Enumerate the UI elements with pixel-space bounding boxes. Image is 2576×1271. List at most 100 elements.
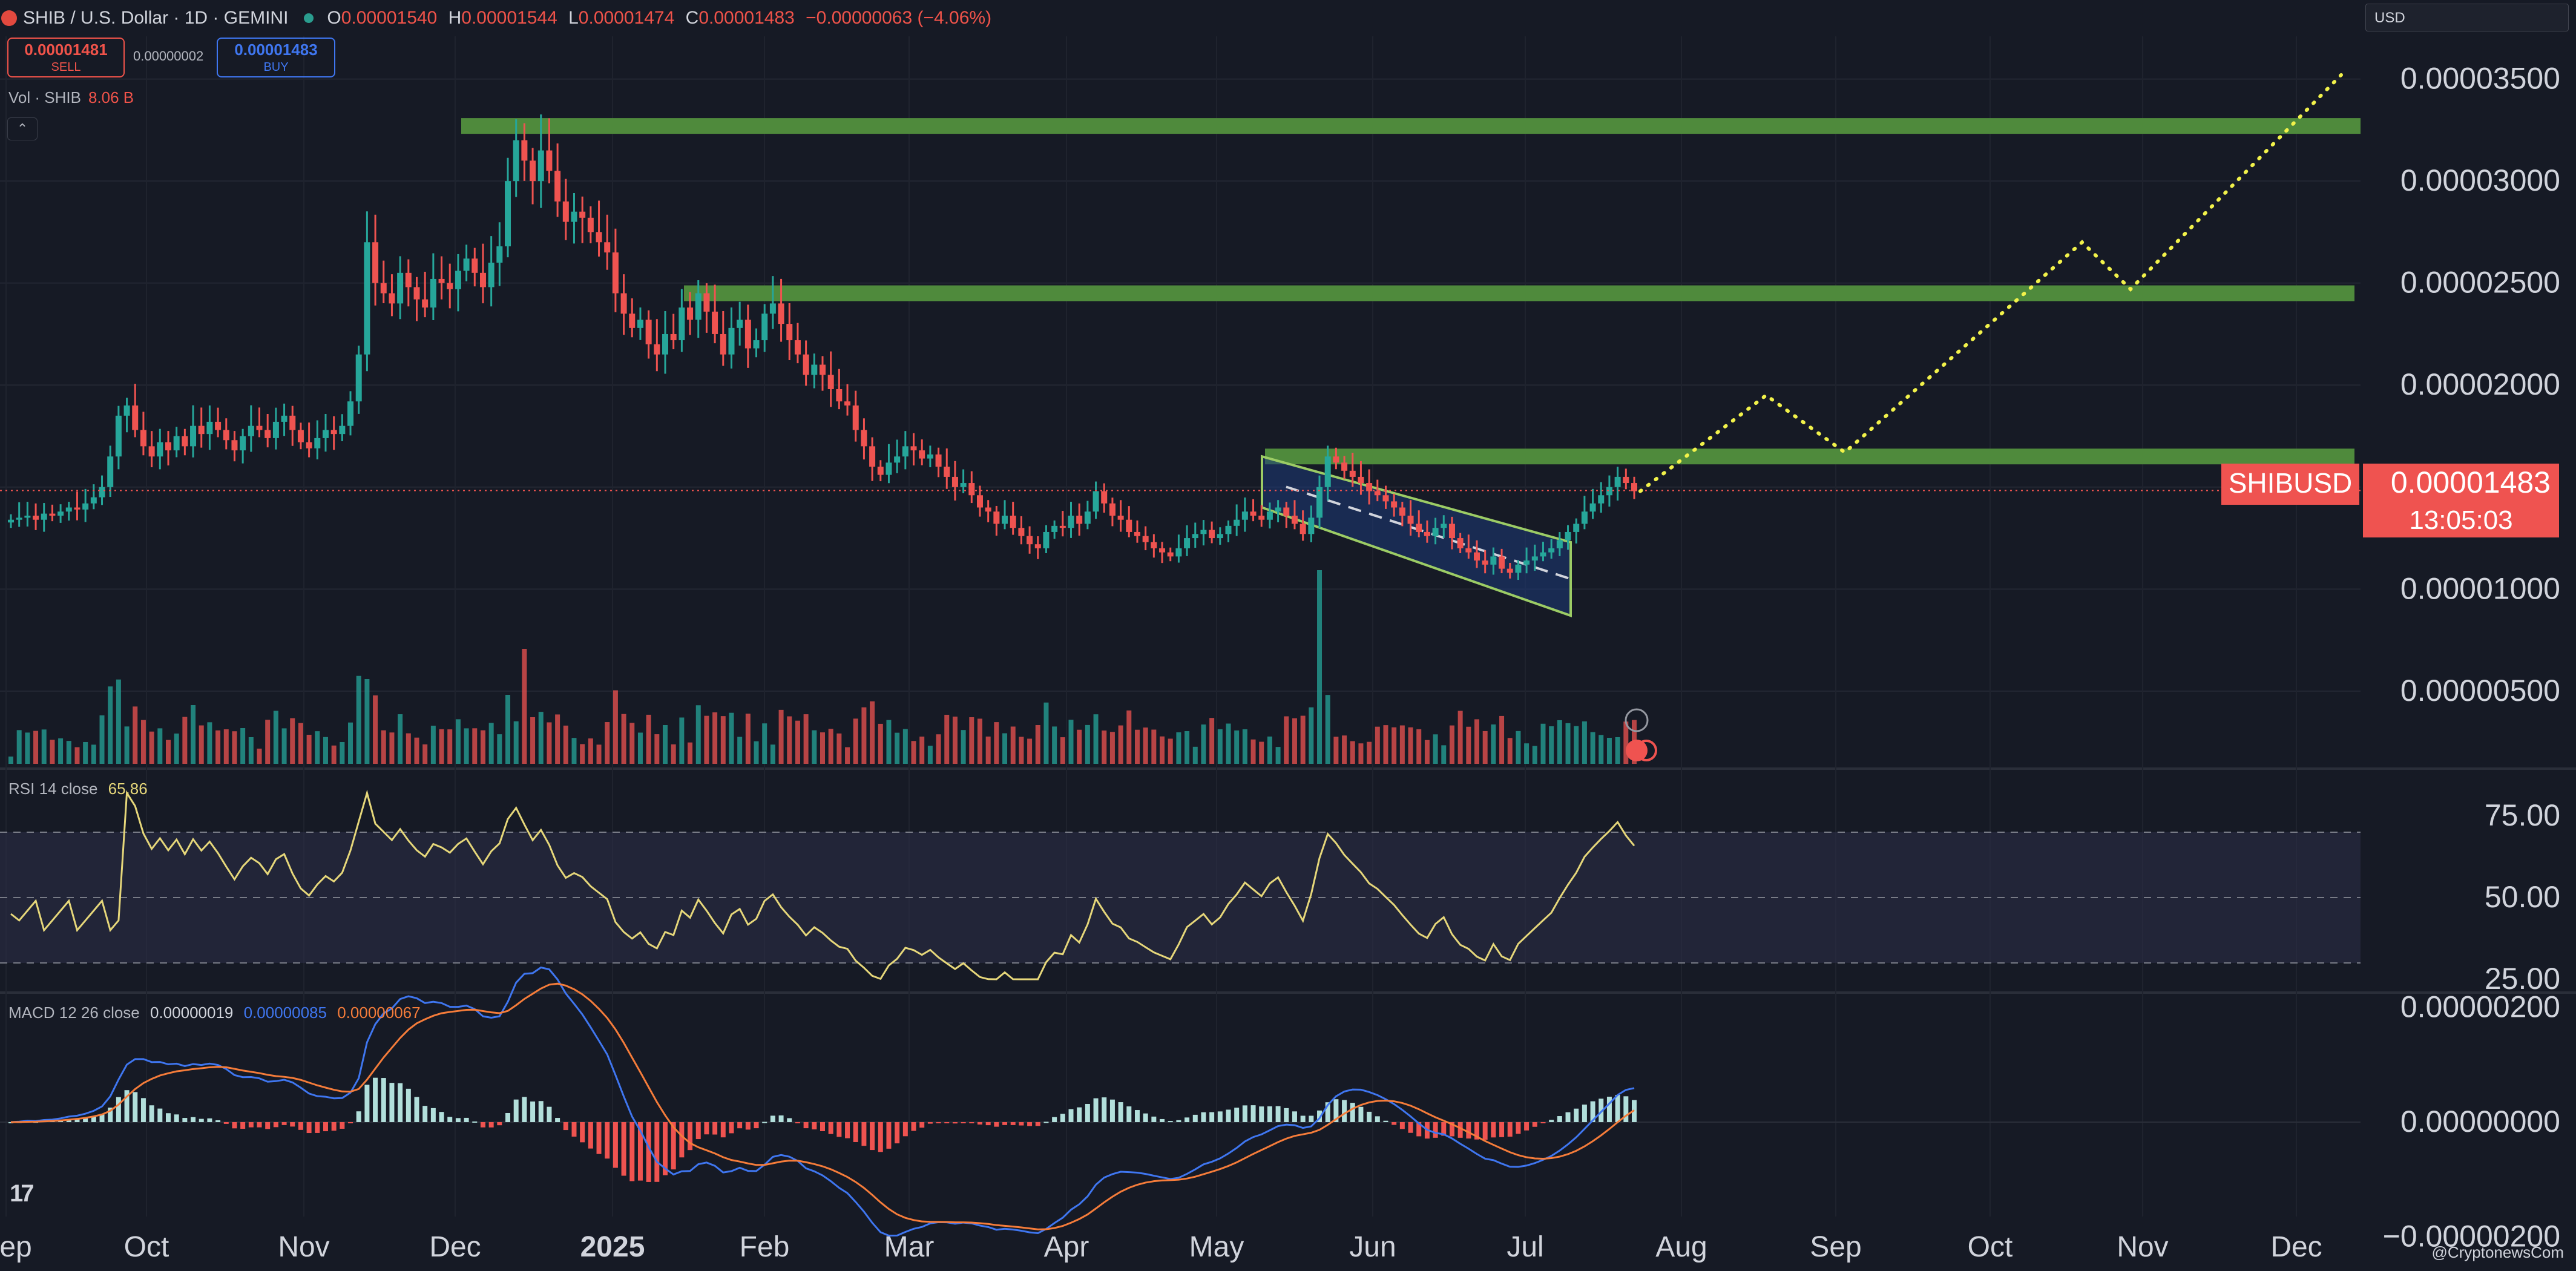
macd-hist-bar (1392, 1122, 1397, 1125)
volume-bar (290, 718, 295, 764)
buy-button[interactable]: 0.00001483 BUY (217, 38, 335, 77)
macd-hist-bar (853, 1122, 858, 1142)
volume-bar (720, 716, 726, 764)
chart-canvas[interactable]: 0.000005000.000010000.000015000.00002000… (0, 0, 2576, 1271)
volume-bar (1292, 718, 1297, 764)
macd-hist-bar (290, 1122, 295, 1127)
volume-bar (555, 714, 560, 764)
volume-bar (969, 717, 974, 764)
volume-bar (1267, 736, 1272, 764)
volume-bar (406, 733, 411, 764)
volume-bar (803, 714, 809, 764)
volume-bar (340, 742, 345, 764)
candle-body (455, 271, 461, 289)
candle-body (322, 430, 329, 438)
macd-hist-bar (836, 1122, 842, 1137)
volume-bar (688, 742, 693, 764)
volume-bar (1035, 725, 1040, 764)
macd-hist-bar (1077, 1107, 1082, 1122)
volume-bar (870, 701, 875, 764)
candle-body (107, 456, 114, 487)
macd-hist-bar (1060, 1114, 1065, 1122)
volume-bar (538, 712, 544, 764)
macd-hist-bar (348, 1122, 353, 1123)
candle-body (99, 487, 105, 498)
candle-body (380, 283, 387, 294)
macd-hist-bar (1234, 1108, 1240, 1122)
volume-bar (1309, 707, 1314, 764)
candle-body (1076, 515, 1083, 524)
macd-hist-bar (1267, 1106, 1272, 1122)
volume-bar (447, 729, 453, 764)
currency-select[interactable]: USD (2365, 4, 2569, 31)
macd-hist-bar (273, 1122, 278, 1128)
macd-hist-bar (1507, 1122, 1513, 1137)
candle-body (1399, 507, 1405, 516)
candle-body (82, 503, 89, 510)
candle-body (794, 340, 801, 355)
volume-bar (140, 720, 146, 764)
volume-bar (1077, 729, 1082, 764)
macd-hist-bar (580, 1122, 585, 1143)
volume-bar (1060, 737, 1065, 764)
macd-hist-bar (1134, 1110, 1140, 1122)
macd-hist-bar (406, 1088, 411, 1122)
macd-hist-bar (1168, 1121, 1173, 1123)
macd-hist-bar (654, 1122, 660, 1182)
macd-hist-bar (778, 1115, 784, 1122)
volume-bar (745, 714, 751, 764)
macd-hist-bar (1192, 1114, 1198, 1122)
volume-bar (265, 720, 271, 764)
candle-body (1416, 524, 1422, 532)
y-tick-label: 0.00001000 (2400, 571, 2560, 605)
macd-hist-bar (1350, 1103, 1355, 1122)
candle-body (703, 293, 710, 312)
collapse-legend-button[interactable]: ⌃ (7, 117, 38, 140)
volume-bar (770, 744, 775, 764)
macd-hist-bar (281, 1122, 287, 1125)
macd-hist-bar (1574, 1108, 1579, 1122)
volume-bar (472, 728, 478, 764)
candle-body (645, 320, 652, 344)
macd-hist-bar (762, 1122, 767, 1123)
candle-body (1407, 515, 1414, 524)
macd-hist-bar (1217, 1111, 1223, 1122)
volume-bar (663, 725, 668, 764)
volume-bar (1027, 738, 1033, 764)
candle-body (927, 454, 933, 459)
macd-hist-bar (1375, 1116, 1380, 1122)
symbol-title[interactable]: SHIB / U.S. Dollar · 1D · GEMINI (23, 8, 288, 28)
candle-body (405, 272, 412, 287)
macd-hist-bar (257, 1122, 262, 1128)
candle-body (1159, 548, 1166, 553)
candle-body (960, 483, 967, 487)
volume-bar (596, 744, 602, 764)
macd-hist-bar (373, 1077, 378, 1122)
volume-bar (480, 730, 485, 764)
macd-hist-bar (812, 1122, 817, 1130)
candle-body (1027, 536, 1033, 545)
candle-body (1565, 531, 1571, 540)
candle-body (1209, 530, 1215, 539)
macd-hist-bar (895, 1122, 900, 1144)
x-tick-label: 2025 (580, 1231, 645, 1263)
candle-body (1548, 548, 1555, 553)
candle-body (422, 299, 429, 308)
volume-bar (455, 719, 461, 764)
macd-hist-bar (1242, 1105, 1247, 1122)
candle-body (852, 405, 859, 430)
macd-hist-bar (1226, 1109, 1231, 1122)
candle-body (281, 415, 288, 422)
macd-hist-bar (191, 1117, 196, 1122)
macd-hist-bar (381, 1078, 386, 1122)
macd-hist-bar (315, 1122, 320, 1133)
macd-hist-bar (1109, 1099, 1115, 1122)
candle-body (620, 293, 627, 314)
candle-body (761, 314, 768, 341)
volume-bar (1392, 727, 1397, 764)
volume-bar (1606, 738, 1612, 764)
candle-body (182, 436, 188, 447)
sell-button[interactable]: 0.00001481 SELL (7, 38, 125, 77)
volume-legend: Vol · SHIB 8.06 B (8, 88, 134, 107)
candle-body (264, 430, 271, 438)
